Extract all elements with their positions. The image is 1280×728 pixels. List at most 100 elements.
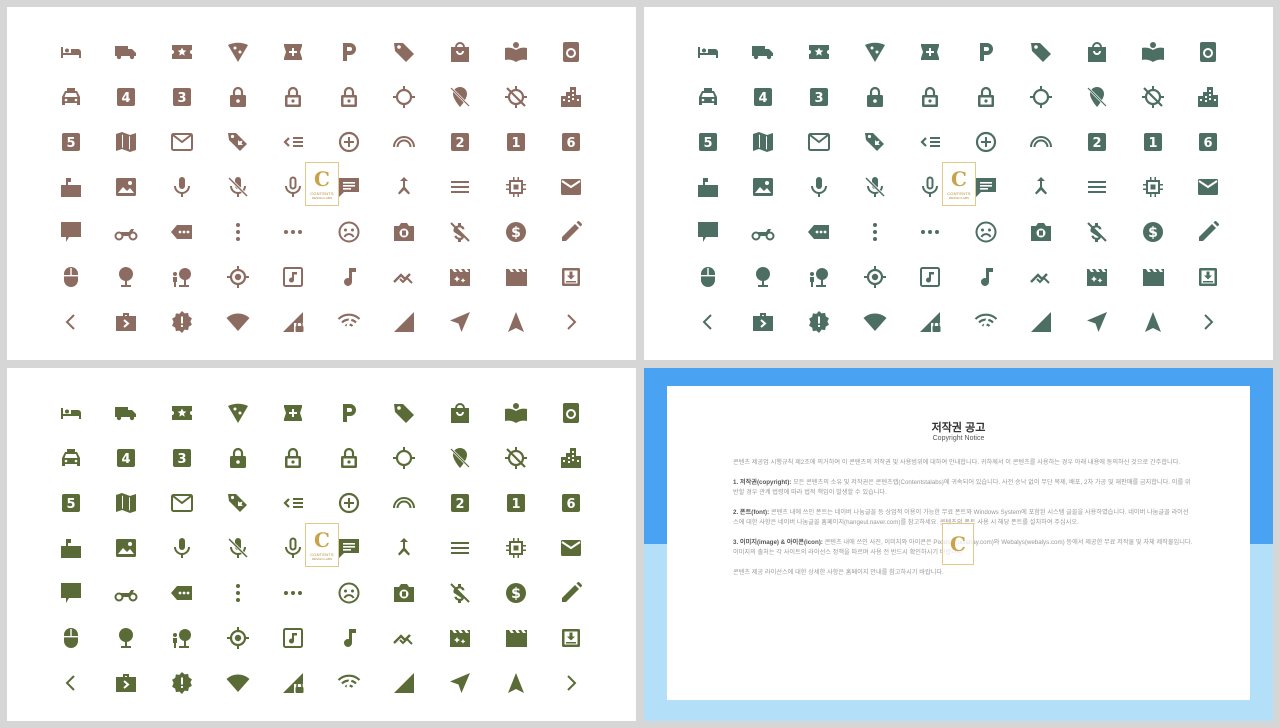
lock-open-icon bbox=[285, 447, 302, 468]
tree-icon bbox=[119, 628, 134, 649]
icon-cell bbox=[265, 571, 321, 616]
icon-cell bbox=[543, 300, 599, 345]
icon-cell bbox=[43, 435, 99, 480]
camera-icon bbox=[394, 223, 415, 242]
trending-icon bbox=[393, 634, 414, 645]
pizza-icon bbox=[227, 42, 248, 62]
merge-icon bbox=[398, 176, 411, 195]
merge-icon bbox=[1035, 176, 1048, 195]
gps-off-icon bbox=[1141, 85, 1164, 108]
movie-filter-icon bbox=[449, 630, 470, 648]
icon-cell bbox=[432, 435, 488, 480]
icon-cell bbox=[488, 29, 544, 74]
parking-icon bbox=[342, 403, 356, 422]
icon-cell bbox=[847, 29, 903, 74]
wifi-icon bbox=[863, 313, 887, 332]
truck-icon bbox=[752, 45, 774, 59]
signal-lock-icon bbox=[283, 673, 304, 694]
shopping-bag-icon bbox=[450, 41, 469, 62]
download-box-icon bbox=[562, 268, 581, 287]
wifi-icon bbox=[226, 674, 250, 693]
more-horizontal-icon bbox=[921, 230, 940, 235]
icon-cell bbox=[736, 164, 792, 209]
download-box-icon bbox=[562, 629, 581, 648]
icon-cell bbox=[99, 571, 155, 616]
icon-cell bbox=[1014, 210, 1070, 255]
icon-cell bbox=[680, 210, 736, 255]
icon-cell bbox=[1125, 29, 1181, 74]
pizza-icon bbox=[864, 42, 885, 62]
icon-cell bbox=[321, 300, 377, 345]
icon-cell bbox=[543, 661, 599, 706]
icon-cell bbox=[1069, 210, 1125, 255]
icon-cell bbox=[1014, 74, 1070, 119]
shopping-bag-icon bbox=[450, 402, 469, 423]
dollar-circle-icon: $ bbox=[505, 222, 526, 243]
icon-cell bbox=[154, 210, 210, 255]
gps-off-icon bbox=[504, 85, 527, 108]
icon-cell bbox=[154, 571, 210, 616]
icon-cell bbox=[543, 255, 599, 300]
icon-cell bbox=[680, 300, 736, 345]
svg-text:5: 5 bbox=[66, 136, 75, 151]
icon-cell bbox=[43, 616, 99, 661]
comment-icon bbox=[697, 222, 718, 243]
icon-cell bbox=[958, 255, 1014, 300]
icon-cell bbox=[488, 616, 544, 661]
icon-cell bbox=[902, 74, 958, 119]
icon-cell bbox=[99, 164, 155, 209]
menu-icon bbox=[450, 541, 469, 554]
icon-cell bbox=[736, 255, 792, 300]
icon-cell: $ bbox=[488, 210, 544, 255]
tag-icon bbox=[394, 403, 415, 423]
merge-icon bbox=[398, 537, 411, 556]
icon-panel-olive: 4 3 5 2 1 6 $ C CONTENTS DESIGN LABS bbox=[7, 368, 636, 721]
arc-icon bbox=[393, 496, 416, 508]
more-horizontal-icon bbox=[284, 230, 303, 235]
crosshair-icon bbox=[393, 446, 416, 469]
icon-cell bbox=[543, 164, 599, 209]
more-horizontal-icon bbox=[284, 591, 303, 596]
icon-cell bbox=[1125, 255, 1181, 300]
icon-cell bbox=[432, 571, 488, 616]
lock-open-icon bbox=[922, 86, 939, 107]
svg-text:$: $ bbox=[1148, 225, 1158, 241]
sad-face-icon bbox=[338, 582, 360, 604]
pizza-icon bbox=[227, 403, 248, 423]
icon-cell: 3 bbox=[154, 435, 210, 480]
list-arrow-icon bbox=[283, 136, 304, 147]
icon-cell bbox=[377, 661, 433, 706]
icon-cell: 1 bbox=[1125, 119, 1181, 164]
mail-icon bbox=[170, 493, 193, 512]
microphone-outline-icon bbox=[285, 537, 302, 558]
work-forward-icon bbox=[116, 313, 137, 332]
icon-cell bbox=[99, 390, 155, 435]
icon-cell: 3 bbox=[154, 74, 210, 119]
truck-icon bbox=[115, 45, 137, 59]
nature-people-icon bbox=[809, 268, 828, 288]
motorcycle-icon bbox=[114, 229, 138, 241]
icon-cell bbox=[43, 661, 99, 706]
number-1-icon: 1 bbox=[1143, 132, 1162, 151]
ticket-star-icon bbox=[171, 44, 192, 59]
number-6-icon: 6 bbox=[562, 132, 581, 151]
more-vertical-icon bbox=[872, 223, 877, 242]
navigate-up-icon bbox=[1144, 312, 1161, 333]
taxi-icon bbox=[698, 87, 717, 105]
icon-cell bbox=[321, 255, 377, 300]
svg-text:2: 2 bbox=[1092, 136, 1101, 151]
icon-cell bbox=[210, 661, 266, 706]
icon-cell: 1 bbox=[488, 119, 544, 164]
icon-cell bbox=[1069, 164, 1125, 209]
bed-icon bbox=[60, 46, 81, 58]
icon-cell bbox=[210, 74, 266, 119]
icon-cell: $ bbox=[488, 571, 544, 616]
tree-icon bbox=[756, 267, 771, 288]
icon-cell bbox=[902, 210, 958, 255]
pencil-icon bbox=[1199, 221, 1220, 242]
icon-cell bbox=[210, 210, 266, 255]
number-1-icon: 1 bbox=[506, 132, 525, 151]
icon-cell bbox=[154, 300, 210, 345]
icon-cell bbox=[43, 164, 99, 209]
signal-icon bbox=[1031, 312, 1052, 333]
